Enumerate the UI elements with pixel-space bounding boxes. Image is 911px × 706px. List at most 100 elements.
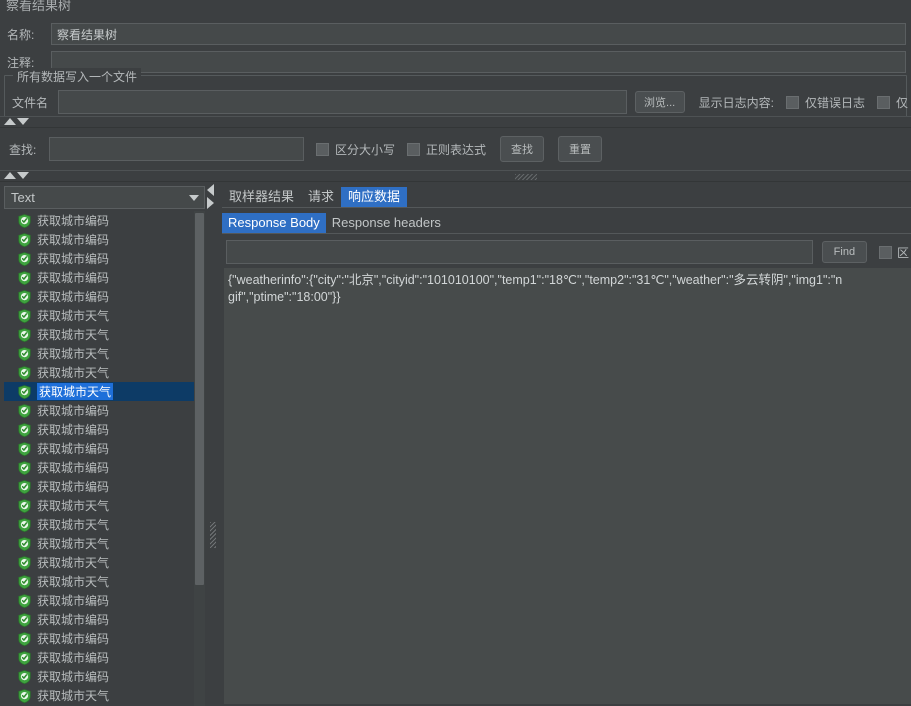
tree-item-label: 获取城市编码 [37, 480, 110, 494]
response-line: gif","ptime":"18:00"}} [228, 290, 341, 304]
checkbox-icon[interactable] [876, 95, 890, 109]
response-find-button[interactable]: Find [821, 241, 867, 263]
tree-item[interactable]: 获取城市天气 [4, 496, 196, 515]
tree-item-label: 获取城市编码 [37, 233, 110, 247]
shield-check-icon [18, 403, 31, 418]
shield-check-icon [18, 555, 31, 570]
chevron-down-icon[interactable] [17, 172, 29, 179]
tree-item[interactable]: 获取城市天气 [4, 306, 196, 325]
chevron-down-icon[interactable] [17, 118, 29, 125]
tree-item[interactable]: 获取城市天气 [4, 534, 196, 553]
split-divider-vertical[interactable] [205, 182, 222, 706]
collapse-arrows[interactable] [4, 118, 29, 125]
tree-item-selected[interactable]: 获取城市天气 [4, 382, 196, 401]
group-title: 所有数据写入一个文件 [13, 68, 142, 85]
tree-item[interactable]: 获取城市编码 [4, 477, 196, 496]
shield-check-icon [18, 574, 31, 589]
tree-item[interactable]: 获取城市编码 [4, 591, 196, 610]
tree-item[interactable]: 获取城市天气 [4, 515, 196, 534]
successes-only-checkbox-wrap[interactable]: 仅 [876, 94, 908, 111]
error-only-checkbox-wrap[interactable]: 仅错误日志 [785, 94, 865, 111]
shield-check-icon [18, 270, 31, 285]
shield-check-icon [18, 213, 31, 228]
tree-item-label: 获取城市编码 [37, 594, 110, 608]
case-sensitive-label: 区分大小写 [335, 142, 396, 157]
regex-checkbox-wrap[interactable]: 正则表达式 [407, 141, 486, 158]
tree-item[interactable]: 获取城市编码 [4, 458, 196, 477]
shield-check-icon [18, 612, 31, 627]
comment-input[interactable] [51, 51, 906, 73]
checkbox-icon[interactable] [879, 245, 892, 259]
tree-item[interactable]: 获取城市编码 [4, 648, 196, 667]
tree-item[interactable]: 获取城市天气 [4, 325, 196, 344]
shield-check-icon [18, 688, 31, 703]
chevron-right-icon[interactable] [207, 197, 214, 209]
tree-item[interactable]: 获取城市编码 [4, 420, 196, 439]
subtab-0-active[interactable]: Response Body [222, 213, 326, 233]
chevron-up-icon[interactable] [4, 172, 16, 179]
response-find-input[interactable] [226, 240, 813, 264]
tab-2-active[interactable]: 响应数据 [341, 187, 408, 207]
tree-item[interactable]: 获取城市编码 [4, 401, 196, 420]
tree-item[interactable]: 获取城市编码 [4, 610, 196, 629]
tree-item-label: 获取城市编码 [37, 214, 110, 228]
tree-item-label: 获取城市天气 [37, 689, 110, 703]
tree-item-label: 获取城市天气 [37, 575, 110, 589]
render-selector-dropdown[interactable]: Text [4, 186, 205, 209]
divider-grip-vertical[interactable] [210, 522, 216, 548]
tree-item[interactable]: 获取城市编码 [4, 667, 196, 686]
search-input[interactable] [49, 137, 304, 161]
shield-check-icon [18, 593, 31, 608]
shield-check-icon [18, 327, 31, 342]
tree-item-label: 获取城市编码 [37, 252, 110, 266]
shield-check-icon [18, 498, 31, 513]
tree-item[interactable]: 获取城市编码 [4, 629, 196, 648]
filename-input[interactable] [57, 90, 627, 114]
tree-scrollbar-thumb[interactable] [195, 213, 204, 585]
case-sensitive-checkbox-wrap[interactable]: 区分大小写 [316, 141, 395, 158]
checkbox-icon[interactable] [407, 142, 421, 156]
tree-item-label: 获取城市编码 [37, 271, 110, 285]
response-case-checkbox-wrap[interactable]: 区 [879, 244, 911, 261]
subtab-1[interactable]: Response headers [326, 213, 447, 233]
find-button[interactable]: 查找 [500, 136, 545, 162]
jmeter-view-results-tree-panel: 察看结果树 名称: 察看结果树 注释: 所有数据写入一个文件 文件名 浏览...… [0, 0, 911, 706]
browse-button[interactable]: 浏览... [634, 91, 685, 113]
tree-item[interactable]: 获取城市编码 [4, 211, 196, 230]
tree-item[interactable]: 获取城市天气 [4, 344, 196, 363]
checkbox-icon[interactable] [316, 142, 329, 156]
name-input[interactable]: 察看结果树 [51, 23, 906, 45]
tab-0[interactable]: 取样器结果 [222, 187, 301, 207]
tree-item[interactable]: 获取城市天气 [4, 572, 196, 591]
filename-label: 文件名 [12, 95, 49, 110]
tree-item[interactable]: 获取城市天气 [4, 686, 196, 705]
tree-item[interactable]: 获取城市编码 [4, 249, 196, 268]
response-body-text[interactable]: {"weatherinfo":{"city":"北京","cityid":"10… [224, 268, 911, 704]
checkbox-icon[interactable] [785, 95, 799, 109]
tree-item-label: 获取城市编码 [37, 632, 110, 646]
name-row: 名称: 察看结果树 [0, 23, 911, 45]
split-divider-top[interactable] [0, 116, 911, 128]
tree-item-label: 获取城市编码 [37, 613, 110, 627]
collapse-arrows-vertical[interactable] [207, 184, 214, 209]
result-detail-panel: 取样器结果 请求 响应数据 Response Body Response header… [222, 182, 911, 706]
tree-item-label: 获取城市天气 [37, 347, 110, 361]
tree-item[interactable]: 获取城市编码 [4, 268, 196, 287]
split-divider-middle[interactable] [0, 170, 911, 182]
tree-scrollbar[interactable] [194, 211, 205, 706]
window-title-bar: 察看结果树 [0, 0, 911, 13]
shield-check-icon [18, 650, 31, 665]
collapse-arrows-2[interactable] [4, 172, 29, 179]
tree-scroll-area[interactable]: 获取城市编码 获取城市编码 获取城市编码 获取城市编码 获取城市编码 获取城市天气 获取城市… [4, 211, 205, 706]
tree-item[interactable]: 获取城市天气 [4, 363, 196, 382]
tree-item[interactable]: 获取城市编码 [4, 230, 196, 249]
tree-item[interactable]: 获取城市编码 [4, 287, 196, 306]
chevron-left-icon[interactable] [207, 184, 214, 196]
tab-1[interactable]: 请求 [301, 187, 341, 207]
reset-button[interactable]: 重置 [558, 136, 603, 162]
chevron-down-icon[interactable] [184, 194, 204, 201]
tree-item[interactable]: 获取城市天气 [4, 553, 196, 572]
chevron-up-icon[interactable] [4, 118, 16, 125]
divider-grip[interactable] [515, 174, 537, 180]
tree-item[interactable]: 获取城市编码 [4, 439, 196, 458]
